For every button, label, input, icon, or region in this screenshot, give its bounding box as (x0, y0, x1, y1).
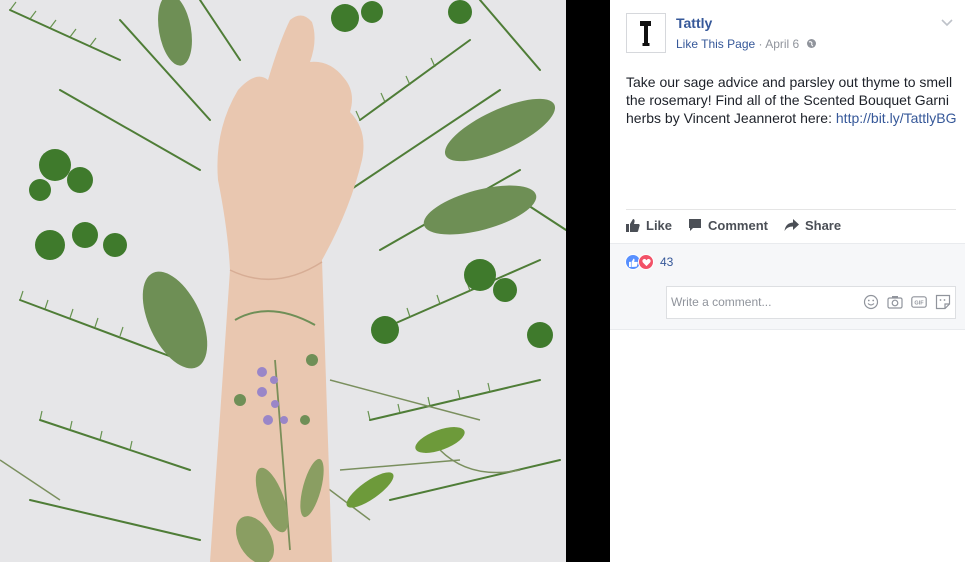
comment-tools: GIF (855, 294, 951, 315)
comment-input[interactable] (671, 295, 841, 309)
share-button[interactable]: Share (784, 218, 841, 233)
photo-viewer-gutter (566, 0, 610, 562)
comment-button[interactable]: Comment (688, 218, 768, 233)
comment-composer: GIF (620, 283, 956, 323)
svg-text:GIF: GIF (914, 300, 924, 306)
post-url-link[interactable]: http://bit.ly/TattlyBG (836, 110, 957, 126)
like-label: Like (646, 217, 673, 233)
camera-icon[interactable] (887, 294, 903, 315)
like-button[interactable]: Like (626, 218, 672, 233)
emoji-icon[interactable] (863, 294, 879, 315)
post-sidebar: Tattly Like This Page · April 6 Take our… (610, 0, 965, 562)
thumbs-up-icon (626, 219, 640, 232)
comment-box[interactable]: GIF (666, 286, 956, 319)
post-date[interactable]: April 6 (765, 37, 799, 51)
like-page-link[interactable]: Like This Page (676, 37, 755, 51)
post-meta: Like This Page · April 6 (676, 37, 817, 51)
divider (626, 209, 956, 210)
page-avatar[interactable] (626, 13, 666, 53)
gif-icon[interactable]: GIF (911, 294, 927, 315)
reaction-count[interactable]: 43 (660, 255, 673, 269)
share-arrow-icon (784, 219, 799, 231)
meta-separator: · (755, 37, 766, 51)
comments-section: 43 GIF (610, 243, 965, 330)
post-header: Tattly Like This Page · April 6 (626, 13, 956, 55)
reactions-summary[interactable]: 43 (625, 254, 673, 270)
post-photo[interactable] (0, 0, 566, 562)
globe-icon (806, 39, 816, 48)
share-label: Share (804, 217, 842, 233)
avatar (620, 283, 660, 323)
post-message: Take our sage advice and parsley out thy… (626, 73, 960, 127)
comment-bubble-icon (689, 219, 702, 231)
love-reaction-icon (638, 254, 654, 270)
herbs-arm-photo (0, 0, 566, 562)
tattly-logo-icon (640, 21, 651, 46)
sticker-icon[interactable] (935, 294, 951, 315)
post-actions: Like Comment Share (626, 214, 857, 236)
comment-label: Comment (708, 217, 768, 233)
page-name-link[interactable]: Tattly (676, 15, 712, 31)
chevron-down-icon[interactable] (940, 15, 954, 29)
